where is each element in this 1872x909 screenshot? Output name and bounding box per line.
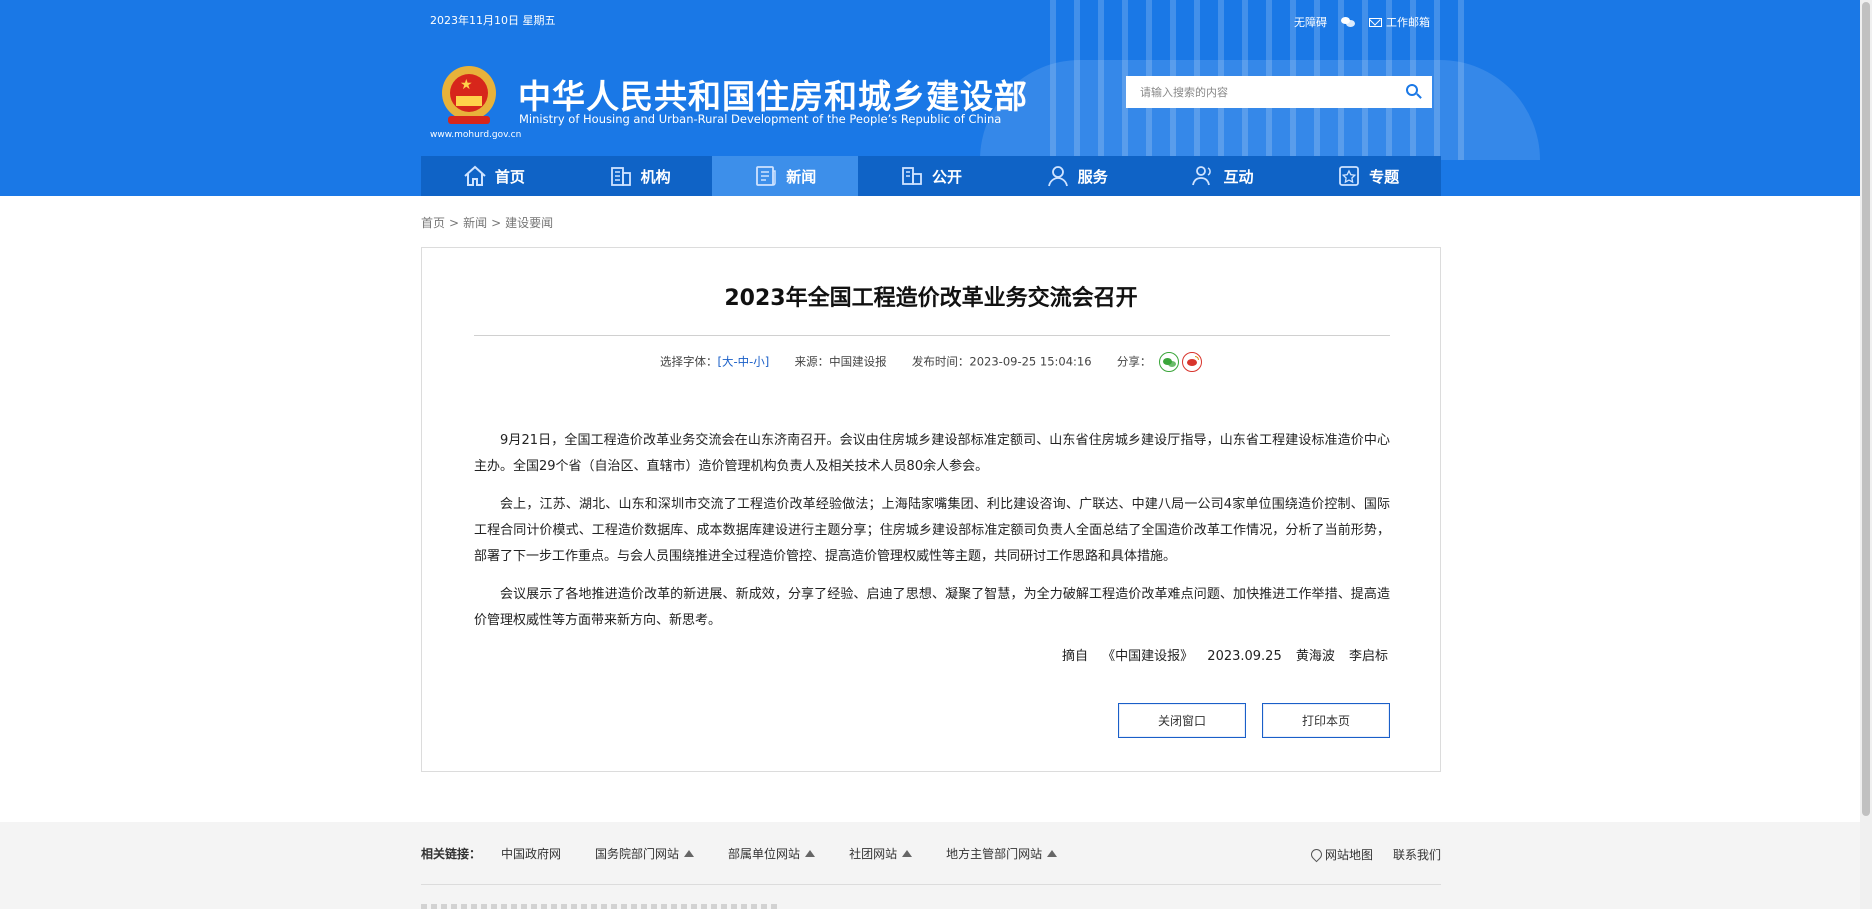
nav-label: 新闻	[786, 167, 817, 186]
link-affiliated-units[interactable]: 部属单位网站	[728, 845, 816, 862]
site-name-en: Ministry of Housing and Urban-Rural Deve…	[519, 112, 1002, 126]
breadcrumb-home[interactable]: 首页	[421, 216, 445, 230]
footer-inner: 相关链接： 中国政府网 国务院部门网站 部属单位网站 社团网站 地方主管部门网站…	[421, 822, 1441, 909]
sitemap-link[interactable]: 网站地图	[1308, 846, 1373, 863]
footer-right-links: 网站地图 联系我们	[1308, 846, 1441, 863]
search-input[interactable]	[1126, 76, 1386, 108]
nav-item-news[interactable]: 新闻	[712, 156, 859, 196]
print-page-button[interactable]: 打印本页	[1262, 703, 1390, 738]
page: 2023年11月10日 星期五 无障碍 工作邮箱 ★ www.mohurd.go…	[0, 0, 1872, 909]
nav-item-home[interactable]: 首页	[421, 156, 567, 196]
breadcrumb-news[interactable]: 新闻	[463, 216, 487, 230]
breadcrumb: 首页 > 新闻 > 建设要闻	[421, 216, 554, 230]
nav-label: 服务	[1077, 167, 1108, 186]
nav-label: 机构	[640, 167, 671, 186]
topic-icon	[1337, 165, 1361, 187]
building-icon	[609, 165, 633, 187]
work-mail-label: 工作邮箱	[1386, 16, 1430, 29]
wechat-icon[interactable]	[1341, 14, 1355, 30]
dropdown-triangle-icon	[805, 850, 816, 857]
mail-icon	[1369, 17, 1382, 27]
article-source: 来源：中国建设报	[794, 354, 887, 369]
article-paragraph: 会上，江苏、湖北、山东和深圳市交流了工程造价改革经验做法；上海陆家嘴集团、利比建…	[474, 497, 1390, 564]
article-title: 2023年全国工程造价改革业务交流会召开	[724, 286, 1138, 311]
nav-label: 互动	[1223, 167, 1254, 186]
related-links-label: 相关链接：	[421, 847, 482, 861]
font-large-button[interactable]: 大	[722, 355, 734, 369]
font-select-label: 选择字体：	[659, 354, 718, 369]
dropdown-triangle-icon	[1047, 850, 1058, 857]
nav-item-interaction[interactable]: 互动	[1150, 156, 1296, 196]
site-header: 2023年11月10日 星期五 无障碍 工作邮箱 ★ www.mohurd.go…	[0, 0, 1860, 196]
link-gov-cn[interactable]: 中国政府网	[501, 845, 561, 862]
wechat-share-icon[interactable]	[1159, 352, 1180, 372]
interaction-icon	[1191, 165, 1215, 187]
dropdown-triangle-icon	[684, 850, 695, 857]
footer-text-cropped	[421, 904, 781, 909]
nav-item-topic[interactable]: 专题	[1295, 156, 1441, 196]
map-pin-icon	[1308, 846, 1325, 863]
font-small-button[interactable]: 小	[753, 355, 765, 369]
nav-item-service[interactable]: 服务	[1004, 156, 1150, 196]
dropdown-triangle-icon	[902, 850, 913, 857]
main-nav: 首页 机构 新闻 公开 服务 互动 专题	[421, 156, 1441, 196]
link-associations[interactable]: 社团网站	[849, 845, 913, 862]
public-info-icon	[900, 165, 924, 187]
article-panel: 2023年全国工程造价改革业务交流会召开 选择字体：[大-中-小] 来源：中国建…	[421, 247, 1441, 772]
title-divider	[474, 335, 1390, 336]
news-icon	[754, 165, 778, 187]
publish-time: 发布时间：2023-09-25 15:04:16	[911, 354, 1092, 369]
national-emblem-logo[interactable]: ★	[442, 66, 496, 128]
accessibility-link[interactable]: 无障碍	[1294, 14, 1327, 30]
contact-link[interactable]: 联系我们	[1393, 846, 1441, 863]
font-medium-button[interactable]: 中	[738, 355, 750, 369]
home-icon	[463, 165, 487, 187]
scrollbar-thumb[interactable]	[1862, 2, 1870, 816]
footer-divider	[421, 884, 1441, 885]
weibo-share-icon[interactable]	[1182, 352, 1203, 372]
close-window-button[interactable]: 关闭窗口	[1118, 703, 1246, 738]
nav-label: 公开	[932, 167, 963, 186]
work-mail-link[interactable]: 工作邮箱	[1369, 14, 1430, 30]
top-bar: 2023年11月10日 星期五 无障碍 工作邮箱	[420, 0, 1440, 40]
nav-item-organization[interactable]: 机构	[567, 156, 713, 196]
service-icon	[1046, 165, 1070, 187]
article-byline: 摘自 《中国建设报》 2023.09.25 黄海波 李启标	[1062, 649, 1388, 664]
site-footer: 相关链接： 中国政府网 国务院部门网站 部属单位网站 社团网站 地方主管部门网站…	[0, 822, 1860, 909]
breadcrumb-current[interactable]: 建设要闻	[505, 216, 553, 230]
nav-item-public[interactable]: 公开	[858, 156, 1004, 196]
site-name-cn: 中华人民共和国住房和城乡建设部	[518, 77, 1028, 116]
nav-label: 专题	[1369, 167, 1400, 186]
article-body: 9月21日，全国工程造价改革业务交流会在山东济南召开。会议由住房城乡建设部标准定…	[474, 428, 1390, 646]
article-paragraph: 9月21日，全国工程造价改革业务交流会在山东济南召开。会议由住房城乡建设部标准定…	[474, 433, 1390, 474]
related-links: 相关链接： 中国政府网 国务院部门网站 部属单位网站 社团网站 地方主管部门网站	[421, 845, 1091, 862]
top-links: 无障碍 工作邮箱	[1294, 14, 1430, 30]
link-state-council-departments[interactable]: 国务院部门网站	[595, 845, 695, 862]
search-box	[1126, 76, 1432, 108]
share-label: 分享：	[1116, 354, 1152, 369]
current-date: 2023年11月10日 星期五	[430, 14, 556, 27]
article-paragraph: 会议展示了各地推进造价改革的新进展、新成效，分享了经验、启迪了思想、凝聚了智慧，…	[474, 587, 1390, 628]
logo-area: ★ www.mohurd.gov.cn 中华人民共和国住房和城乡建设部 Mini…	[420, 60, 1440, 140]
vertical-scrollbar[interactable]	[1860, 0, 1872, 909]
article-meta: 选择字体：[大-中-小] 来源：中国建设报 发布时间：2023-09-25 15…	[422, 352, 1440, 372]
search-icon[interactable]	[1404, 83, 1422, 101]
link-local-departments[interactable]: 地方主管部门网站	[946, 845, 1058, 862]
nav-label: 首页	[494, 167, 525, 186]
share-icons	[1159, 352, 1203, 372]
site-url: www.mohurd.gov.cn	[430, 130, 522, 140]
